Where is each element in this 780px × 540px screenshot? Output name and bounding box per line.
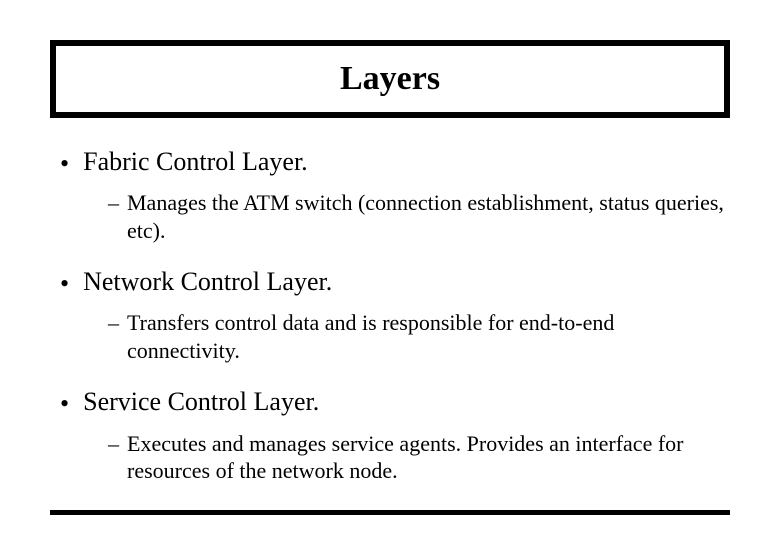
bullet-text: Network Control Layer. bbox=[83, 266, 332, 297]
bullet-dot-icon: • bbox=[60, 386, 69, 419]
bullet-item: • Fabric Control Layer. bbox=[60, 146, 730, 179]
dash-icon: – bbox=[108, 309, 119, 337]
sub-item: – Manages the ATM switch (connection est… bbox=[60, 189, 730, 244]
slide-title: Layers bbox=[56, 60, 724, 98]
dash-icon: – bbox=[108, 189, 119, 217]
bullet-item: • Service Control Layer. bbox=[60, 386, 730, 419]
bullet-dot-icon: • bbox=[60, 266, 69, 299]
sub-item: – Executes and manages service agents. P… bbox=[60, 430, 730, 485]
sub-item: – Transfers control data and is responsi… bbox=[60, 309, 730, 364]
footer-divider bbox=[50, 510, 730, 515]
title-box: Layers bbox=[50, 40, 730, 118]
bullet-text: Fabric Control Layer. bbox=[83, 146, 308, 177]
sub-text: Transfers control data and is responsibl… bbox=[127, 309, 727, 364]
dash-icon: – bbox=[108, 430, 119, 458]
bullet-text: Service Control Layer. bbox=[83, 386, 319, 417]
sub-text: Executes and manages service agents. Pro… bbox=[127, 430, 727, 485]
sub-text: Manages the ATM switch (connection estab… bbox=[127, 189, 727, 244]
slide-content: • Fabric Control Layer. – Manages the AT… bbox=[50, 146, 730, 485]
bullet-item: • Network Control Layer. bbox=[60, 266, 730, 299]
bullet-dot-icon: • bbox=[60, 146, 69, 179]
